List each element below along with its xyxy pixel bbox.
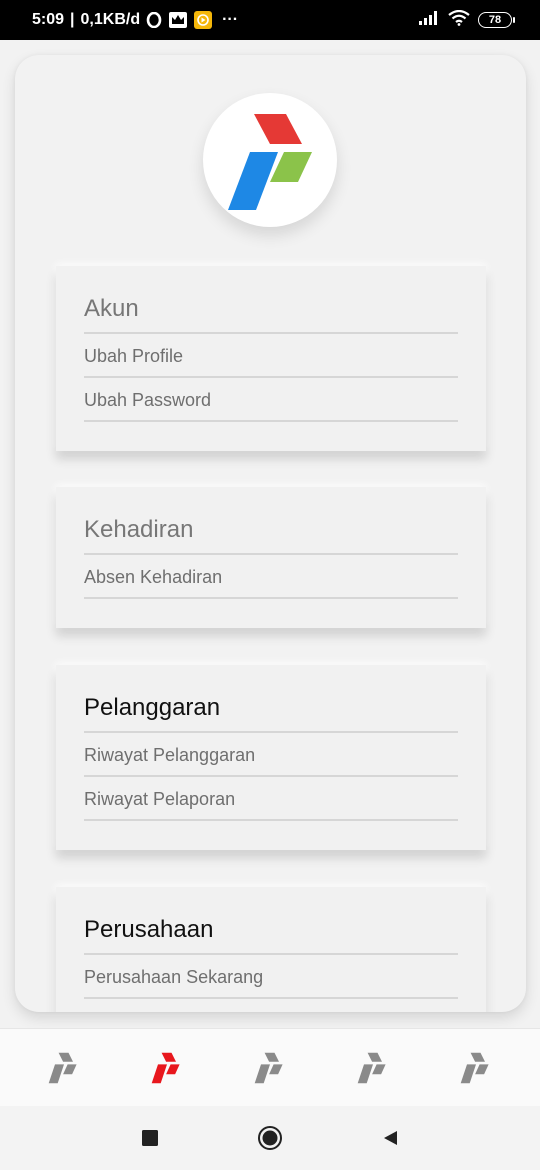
current-company-item[interactable]: Perusahaan Sekarang (84, 955, 458, 999)
status-left: 5:09 | 0,1KB/d ··· (32, 11, 238, 29)
network-speed: 0,1KB/d (80, 11, 141, 28)
violation-title: Pelanggaran (84, 665, 458, 733)
company-logo (203, 93, 337, 227)
status-right: 78 (418, 9, 515, 31)
opera-icon (146, 12, 162, 28)
status-bar: 5:09 | 0,1KB/d ··· 78 (0, 0, 540, 40)
violation-history-item[interactable]: Riwayat Pelanggaran (84, 733, 458, 777)
pertamina-logo-icon (228, 114, 312, 210)
nav-item-1[interactable] (34, 1043, 94, 1093)
account-card: Akun Ubah Profile Ubah Password (56, 266, 486, 451)
wifi-icon (448, 9, 470, 31)
yellow-app-icon (194, 11, 213, 29)
crown-app-icon (168, 11, 188, 29)
account-title: Akun (84, 266, 458, 334)
home-button[interactable] (255, 1123, 285, 1153)
recent-apps-icon (142, 1130, 158, 1146)
nav-item-5[interactable] (446, 1043, 506, 1093)
back-icon (384, 1131, 397, 1145)
nav-item-2-active[interactable] (137, 1043, 197, 1093)
nav-item-3[interactable] (240, 1043, 300, 1093)
bottom-navigation (0, 1028, 540, 1106)
menu-panel: Akun Ubah Profile Ubah Password Kehadira… (15, 55, 526, 1012)
pertamina-logo-icon (461, 1052, 489, 1083)
pertamina-logo-icon (254, 1052, 283, 1083)
change-password-item[interactable]: Ubah Password (84, 378, 458, 422)
pertamina-logo-icon (357, 1052, 386, 1083)
attendance-card: Kehadiran Absen Kehadiran (56, 487, 486, 628)
battery-icon: 78 (478, 12, 515, 28)
company-card: Perusahaan Perusahaan Sekarang (56, 887, 486, 1012)
more-notifications-icon: ··· (222, 11, 239, 28)
check-in-item[interactable]: Absen Kehadiran (84, 555, 458, 599)
signal-icon (418, 10, 440, 31)
battery-level: 78 (488, 14, 502, 26)
edit-profile-item[interactable]: Ubah Profile (84, 334, 458, 378)
pertamina-logo-icon (48, 1052, 77, 1083)
pertamina-logo-icon (151, 1052, 180, 1083)
report-history-item[interactable]: Riwayat Pelaporan (84, 777, 458, 821)
home-icon (258, 1126, 282, 1150)
system-navigation (0, 1106, 540, 1170)
attendance-title: Kehadiran (84, 487, 458, 555)
status-separator: | (70, 11, 75, 28)
back-button[interactable] (375, 1123, 405, 1153)
company-title: Perusahaan (84, 887, 458, 955)
status-time: 5:09 (32, 11, 65, 28)
recent-apps-button[interactable] (135, 1123, 165, 1153)
violation-card: Pelanggaran Riwayat Pelanggaran Riwayat … (56, 665, 486, 850)
nav-item-4[interactable] (343, 1043, 403, 1093)
